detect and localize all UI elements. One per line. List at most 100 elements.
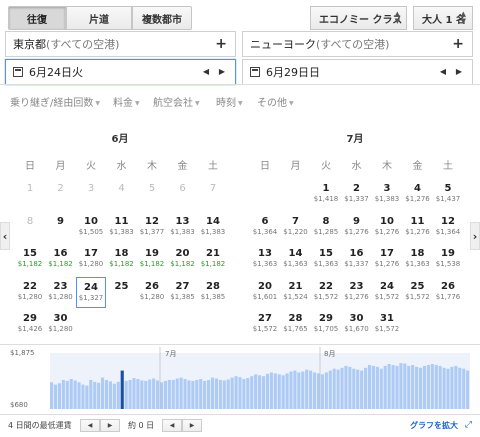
graph-bar[interactable] [203, 380, 207, 409]
day-cell[interactable]: 28 $1,765 [281, 309, 311, 340]
graph-bar[interactable] [57, 383, 61, 409]
graph-bar[interactable] [199, 379, 203, 409]
graph-bar[interactable] [312, 372, 317, 409]
graph-bar[interactable] [415, 366, 419, 409]
day-cell[interactable]: 20 $1,182 [168, 244, 198, 275]
prev-day-icon[interactable]: ◀ [440, 67, 446, 76]
day-cell[interactable]: 10 $1,505 [76, 212, 106, 243]
day-cell[interactable]: 9 $1,276 [342, 212, 372, 243]
graph-bar[interactable] [214, 378, 218, 409]
return-date-field[interactable]: 6月29日日 ◀ ▶ [242, 59, 473, 85]
graph-bar[interactable] [230, 377, 234, 409]
graph-bar[interactable] [395, 365, 399, 409]
graph-bar[interactable] [383, 365, 387, 409]
graph-bar[interactable] [265, 373, 270, 409]
destination-field[interactable]: ニューヨーク (すべての空港) + [242, 31, 473, 57]
prev-day-button[interactable]: ◀ [162, 419, 182, 432]
day-cell[interactable]: 27 $1,385 [168, 277, 198, 308]
graph-bar[interactable] [305, 369, 309, 409]
graph-bar[interactable] [191, 380, 195, 409]
graph-bar[interactable] [53, 384, 58, 409]
day-cell[interactable]: 17 $1,276 [372, 244, 402, 275]
one-way-button[interactable]: 片道 [66, 6, 132, 30]
graph-bar[interactable] [179, 377, 183, 409]
day-cell[interactable]: 6 $1,364 [250, 212, 280, 243]
graph-bar[interactable] [367, 364, 372, 409]
day-cell[interactable]: 7 $1,220 [281, 212, 311, 243]
graph-bar[interactable] [254, 374, 258, 409]
graph-bar[interactable] [124, 380, 128, 409]
day-cell[interactable]: 8 $1,285 [311, 212, 341, 243]
day-cell[interactable]: 27 $1,572 [250, 309, 280, 340]
graph-bar[interactable] [458, 367, 462, 409]
graph-bar[interactable] [442, 367, 446, 409]
graph-bar[interactable] [234, 376, 238, 409]
graph-bar[interactable] [462, 368, 466, 409]
graph-bar[interactable] [222, 380, 226, 409]
next-day-button[interactable]: ▶ [182, 419, 202, 432]
day-cell[interactable]: 29 $1,426 [15, 309, 45, 340]
graph-bar[interactable] [403, 363, 407, 409]
graph-bar[interactable] [426, 364, 430, 409]
graph-bar[interactable] [77, 382, 81, 409]
day-cell[interactable]: 26 $1,280 [137, 277, 167, 308]
graph-bar[interactable] [309, 370, 313, 409]
graph-bar[interactable] [269, 372, 273, 409]
filter-airline[interactable]: 航空会社 ▼ [153, 94, 200, 109]
day-cell[interactable]: 24 $1,572 [372, 277, 402, 308]
graph-bar[interactable] [281, 375, 285, 409]
graph-bar[interactable] [175, 378, 179, 409]
day-cell[interactable]: 20 $1,601 [250, 277, 280, 308]
graph-bar[interactable] [258, 375, 262, 409]
day-cell[interactable]: 4 $1,276 [403, 179, 433, 210]
day-cell[interactable]: 13 $1,363 [250, 244, 280, 275]
prev-day-icon[interactable]: ◀ [203, 67, 209, 76]
graph-bar[interactable] [97, 382, 101, 409]
multi-city-button[interactable]: 複数都市 [132, 6, 192, 30]
graph-bar[interactable] [301, 371, 305, 409]
graph-bar[interactable] [336, 369, 340, 409]
graph-bar[interactable] [261, 376, 266, 409]
shorter-trip-button[interactable]: ◀ [80, 419, 100, 432]
day-cell[interactable]: 1 $1,418 [311, 179, 341, 210]
graph-bar[interactable] [81, 384, 85, 409]
filter-time[interactable]: 時刻 ▼ [216, 94, 243, 109]
graph-bar[interactable] [352, 368, 356, 409]
day-cell[interactable]: 26 $1,776 [433, 277, 463, 308]
prev-month-button[interactable]: ‹ [0, 222, 10, 250]
graph-bar[interactable] [344, 365, 348, 409]
next-day-icon[interactable]: ▶ [456, 67, 462, 76]
filter-price[interactable]: 料金 ▼ [113, 94, 140, 109]
graph-bar[interactable] [159, 382, 164, 409]
graph-bar[interactable] [285, 373, 289, 409]
graph-bar[interactable] [273, 373, 277, 409]
add-destination-icon[interactable]: + [452, 36, 464, 52]
graph-bar[interactable] [399, 363, 403, 409]
graph-bar[interactable] [340, 367, 344, 409]
day-cell[interactable]: 13 $1,383 [168, 212, 198, 243]
graph-bar[interactable] [250, 376, 254, 409]
day-cell[interactable]: 18 $1,363 [403, 244, 433, 275]
graph-bar[interactable] [148, 379, 152, 409]
day-cell[interactable]: 16 $1,182 [46, 244, 76, 275]
graph-bar[interactable] [391, 364, 395, 409]
graph-bar[interactable] [195, 379, 199, 409]
graph-bar[interactable] [187, 380, 191, 409]
day-cell[interactable]: 21 $1,524 [281, 277, 311, 308]
graph-bar[interactable] [434, 364, 438, 409]
round-trip-button[interactable]: 往復 [8, 6, 66, 30]
origin-field[interactable]: 東京都 (すべての空港) + [5, 31, 236, 57]
graph-bar[interactable] [136, 379, 140, 409]
graph-bar[interactable] [183, 379, 187, 409]
day-cell[interactable]: 25 [107, 277, 137, 308]
graph-bar[interactable] [450, 366, 454, 409]
passengers-dropdown[interactable]: 大人 1 名 ▲ ▼ [413, 6, 473, 30]
graph-bar[interactable] [171, 379, 175, 409]
day-cell[interactable]: 31 $1,572 [372, 309, 402, 340]
day-cell[interactable]: 14 $1,363 [281, 244, 311, 275]
day-cell[interactable]: 15 $1,363 [311, 244, 341, 275]
graph-bar[interactable] [277, 374, 281, 409]
graph-bar[interactable] [446, 368, 450, 409]
next-day-icon[interactable]: ▶ [219, 67, 225, 76]
graph-bar[interactable] [89, 379, 93, 409]
